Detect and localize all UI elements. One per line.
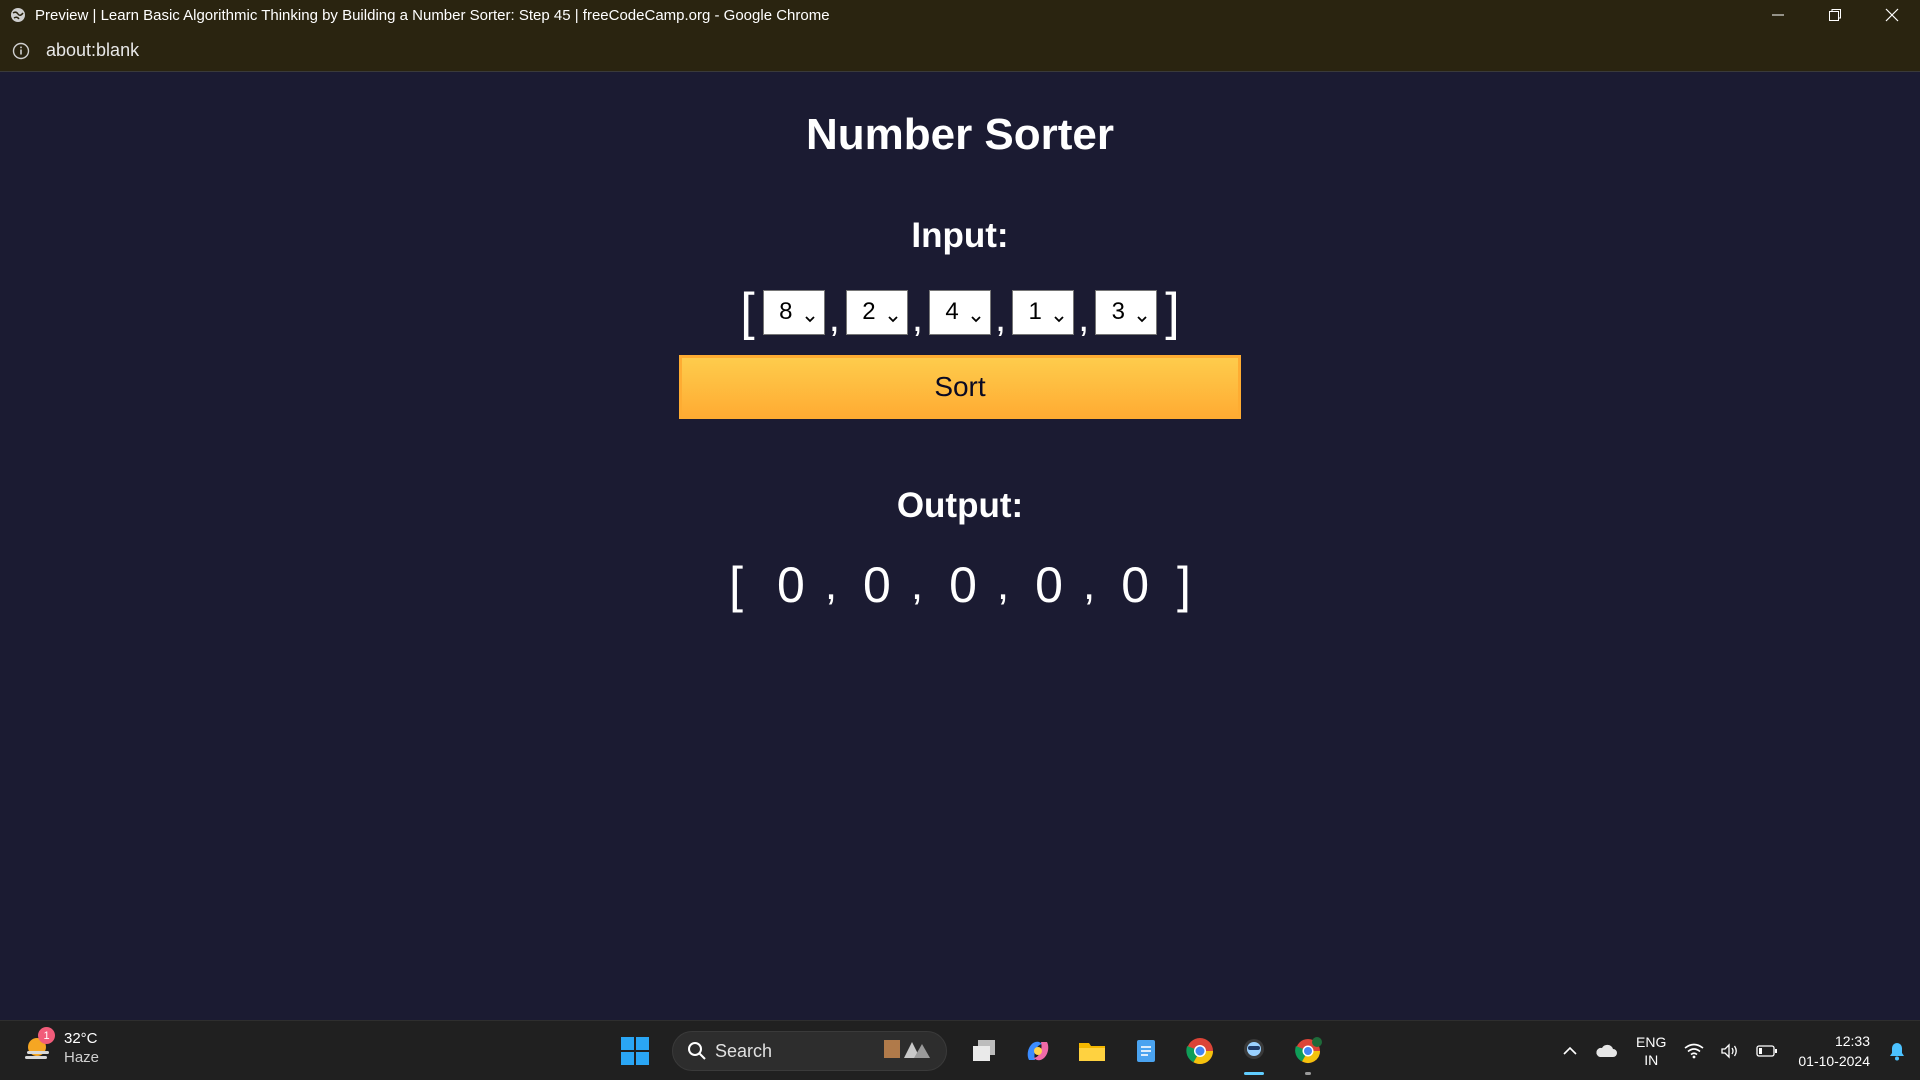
page-title: Number Sorter: [805, 110, 1115, 159]
weather-badge: 1: [38, 1027, 55, 1044]
input-array: [ 8 , 2 , 4 , 1 , 3 ]: [0, 282, 1920, 342]
copilot-icon[interactable]: [1014, 1027, 1062, 1075]
address-text[interactable]: about:blank: [46, 40, 139, 61]
chevron-down-icon: [1053, 304, 1065, 332]
select-value: 8: [779, 298, 793, 325]
weather-haze-icon: 1: [22, 1027, 56, 1065]
search-label: Search: [715, 1040, 773, 1061]
taskbar-apps: Search: [608, 1027, 1335, 1075]
language-line-2: IN: [1644, 1052, 1659, 1068]
output-value-4: 0: [1035, 557, 1063, 613]
language-line-1: ENG: [1636, 1034, 1667, 1050]
close-bracket: ]: [1177, 557, 1191, 613]
comma: ,: [828, 296, 840, 340]
clock-time: 12:33: [1834, 1033, 1870, 1049]
notepad-icon[interactable]: [1122, 1027, 1170, 1075]
notification-bell-icon[interactable]: [1888, 1041, 1906, 1061]
close-button[interactable]: [1863, 0, 1920, 30]
minimize-button[interactable]: [1749, 0, 1806, 30]
output-value-3: 0: [949, 557, 977, 613]
chrome-devtools-icon[interactable]: [1230, 1027, 1278, 1075]
weather-widget[interactable]: 1 32°C Haze: [22, 1027, 99, 1067]
number-select-2[interactable]: 2: [845, 289, 908, 335]
file-explorer-icon[interactable]: [1068, 1027, 1116, 1075]
output-value-1: 0: [777, 557, 805, 613]
comma: ,: [1082, 560, 1096, 609]
search-highlight-icon: [880, 1036, 936, 1067]
number-select-1[interactable]: 8: [762, 289, 825, 335]
weather-text: 32°C Haze: [64, 1029, 99, 1067]
chevron-up-icon[interactable]: [1562, 1043, 1578, 1059]
chevron-down-icon: [887, 304, 899, 332]
output-value-5: 0: [1121, 557, 1149, 613]
chrome-profile-icon[interactable]: [1284, 1027, 1332, 1075]
battery-icon[interactable]: [1756, 1044, 1778, 1058]
comma: ,: [911, 296, 923, 340]
number-select-3[interactable]: 4: [929, 289, 991, 335]
taskbar: 1 32°C Haze Search ENG IN 12:33 01-10-20…: [0, 1020, 1920, 1080]
open-bracket: [: [729, 557, 743, 613]
weather-temp: 32°C: [64, 1030, 98, 1047]
open-bracket: [: [740, 283, 755, 341]
window-title: Preview | Learn Basic Algorithmic Thinki…: [35, 6, 830, 24]
chevron-down-icon: [970, 304, 982, 332]
comma: ,: [995, 296, 1007, 340]
system-tray: ENG IN 12:33 01-10-2024: [1554, 1021, 1920, 1080]
chevron-down-icon: [1136, 304, 1148, 332]
number-select-5[interactable]: 3: [1095, 289, 1158, 335]
close-bracket: ]: [1165, 283, 1180, 341]
wifi-icon[interactable]: [1684, 1043, 1704, 1059]
onedrive-cloud-icon[interactable]: [1594, 1043, 1618, 1059]
language-indicator[interactable]: ENG IN: [1636, 1033, 1666, 1069]
select-value: 2: [862, 298, 876, 325]
running-app-indicator: [1305, 1072, 1311, 1075]
select-value: 1: [1028, 298, 1042, 325]
task-view-icon[interactable]: [960, 1027, 1008, 1075]
number-select-4[interactable]: 1: [1012, 289, 1075, 335]
globe-icon: [9, 6, 27, 24]
weather-condition: Haze: [64, 1049, 100, 1066]
clock-date: 01-10-2024: [1798, 1053, 1870, 1069]
active-app-indicator: [1244, 1072, 1264, 1075]
restore-button[interactable]: [1806, 0, 1863, 30]
clock[interactable]: 12:33 01-10-2024: [1798, 1031, 1870, 1071]
select-value: 3: [1111, 298, 1125, 325]
output-label: Output:: [896, 486, 1024, 525]
output-value-2: 0: [863, 557, 891, 613]
comma: ,: [824, 560, 838, 609]
sort-button[interactable]: Sort: [679, 355, 1241, 419]
search-icon: [687, 1041, 707, 1061]
comma: ,: [910, 560, 924, 609]
output-array: [ 0 , 0 , 0 , 0 , 0 ]: [0, 550, 1920, 620]
volume-icon[interactable]: [1720, 1043, 1740, 1059]
address-bar[interactable]: about:blank: [0, 30, 1920, 72]
select-value: 4: [945, 298, 959, 325]
input-label: Input:: [911, 216, 1009, 255]
comma: ,: [996, 560, 1010, 609]
taskbar-search[interactable]: Search: [672, 1031, 947, 1071]
site-info-icon[interactable]: [11, 41, 31, 61]
windows-start-icon[interactable]: [611, 1027, 659, 1075]
comma: ,: [1078, 296, 1090, 340]
window-titlebar: Preview | Learn Basic Algorithmic Thinki…: [0, 0, 1920, 30]
page-viewport: Number Sorter Input: [ 8 , 2 , 4 , 1 , 3…: [0, 73, 1920, 1020]
chevron-down-icon: [804, 304, 816, 332]
chrome-icon[interactable]: [1176, 1027, 1224, 1075]
